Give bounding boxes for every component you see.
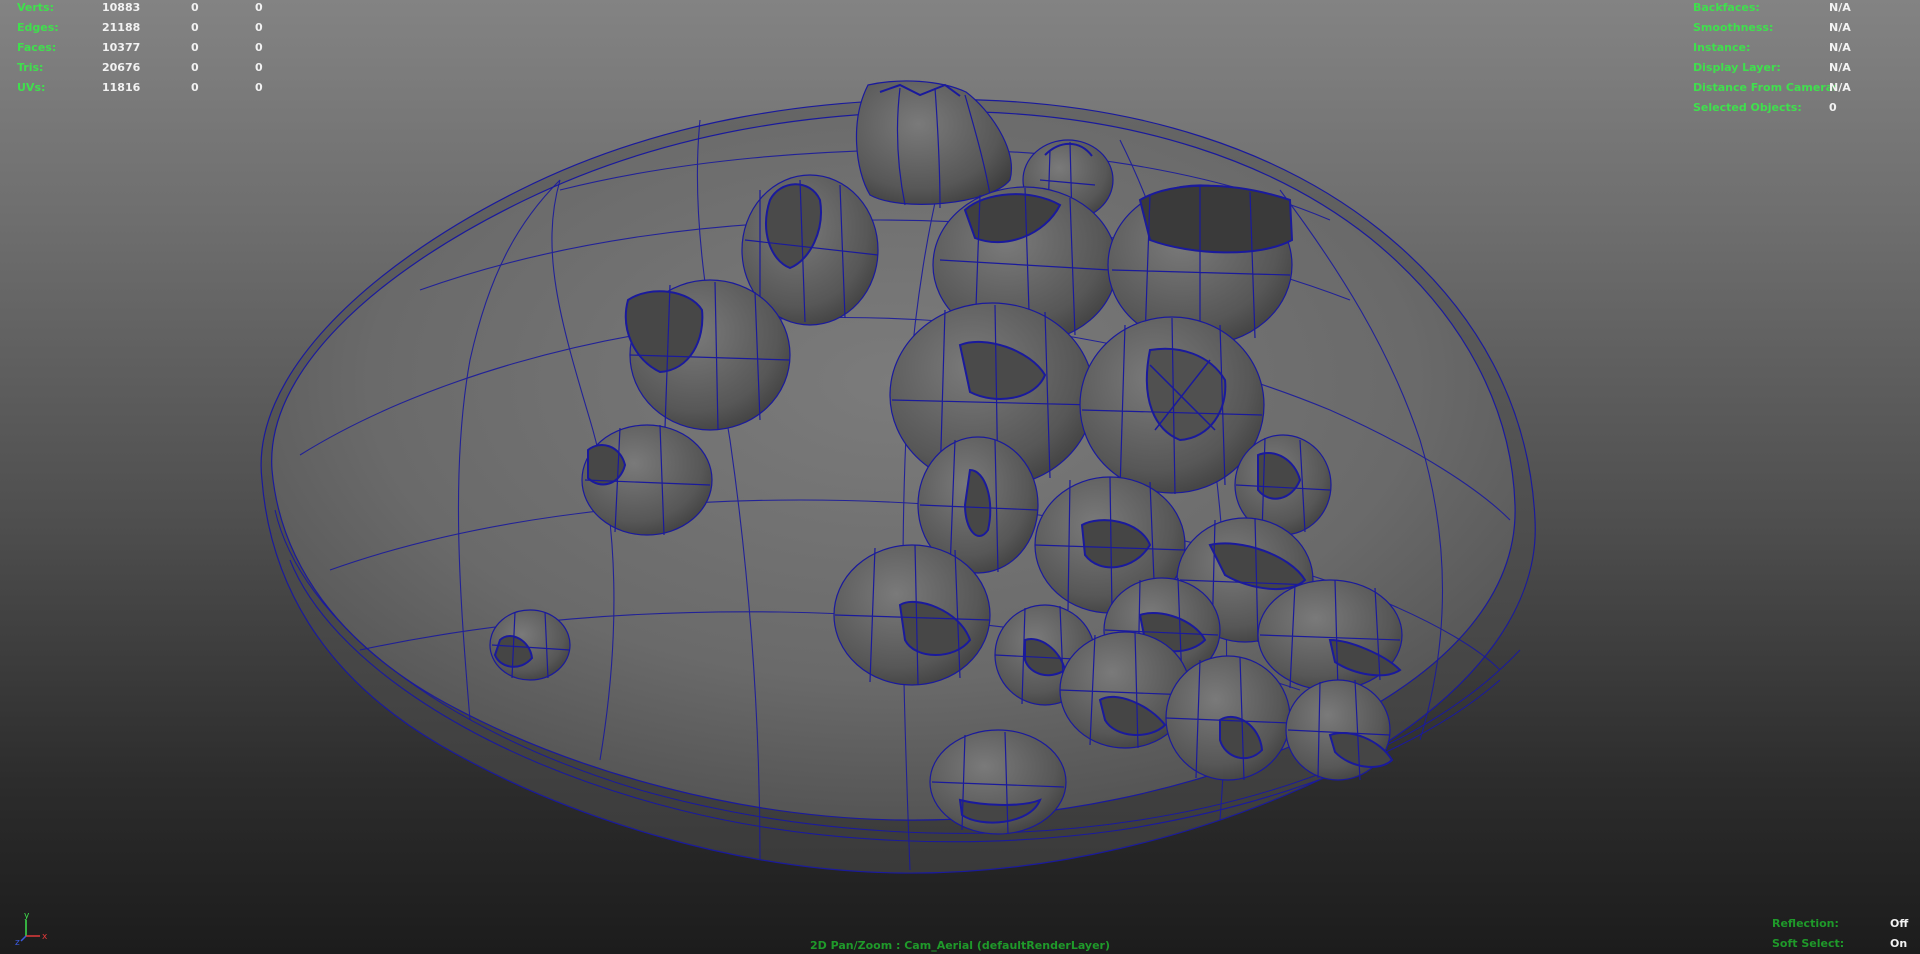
axis-z-label: z	[15, 938, 20, 946]
faces-label: Faces:	[17, 41, 57, 54]
hud-row-display-layer: Display Layer: N/A	[1693, 58, 1913, 78]
scene-3d[interactable]	[0, 0, 1920, 954]
barnacle[interactable]	[833, 544, 991, 686]
uvs-selected: 0	[191, 81, 199, 94]
camera-label: 2D Pan/Zoom : Cam_Aerial (defaultRenderL…	[809, 939, 1111, 952]
uvs-value: 11816	[102, 81, 141, 94]
verts-selected: 0	[191, 1, 199, 14]
poly-count-hud: Verts: 10883 0 0 Edges: 21188 0 0 Faces:…	[17, 0, 277, 98]
barnacle[interactable]	[581, 424, 713, 536]
selected-objects-value: 0	[1829, 101, 1837, 114]
reflection-value: Off	[1890, 917, 1909, 930]
hud-row-distance: Distance From Camera: N/A	[1693, 78, 1913, 98]
edges-value: 21188	[102, 21, 141, 34]
faces-selected: 0	[191, 41, 199, 54]
edges-label: Edges:	[17, 21, 59, 34]
backfaces-label: Backfaces:	[1693, 1, 1760, 14]
instance-label: Instance:	[1693, 41, 1751, 54]
distance-value: N/A	[1829, 81, 1851, 94]
smoothness-value: N/A	[1829, 21, 1851, 34]
hud-row-tris: Tris: 20676 0 0	[17, 58, 277, 78]
barnacle[interactable]	[1257, 579, 1403, 691]
object-info-hud: Backfaces: N/A Smoothness: N/A Instance:…	[1693, 0, 1913, 118]
selected-objects-label: Selected Objects:	[1693, 101, 1802, 114]
backfaces-value: N/A	[1829, 1, 1851, 14]
tris-selected: 0	[191, 61, 199, 74]
hud-row-verts: Verts: 10883 0 0	[17, 0, 277, 18]
hud-row-faces: Faces: 10377 0 0	[17, 38, 277, 58]
display-layer-label: Display Layer:	[1693, 61, 1781, 74]
verts-other: 0	[255, 1, 263, 14]
hud-row-instance: Instance: N/A	[1693, 38, 1913, 58]
verts-value: 10883	[102, 1, 141, 14]
hud-row-backfaces: Backfaces: N/A	[1693, 0, 1913, 18]
uvs-other: 0	[255, 81, 263, 94]
distance-label: Distance From Camera:	[1693, 81, 1838, 94]
axis-x-label: x	[42, 932, 48, 942]
hud-row-smoothness: Smoothness: N/A	[1693, 18, 1913, 38]
tris-value: 20676	[102, 61, 141, 74]
axis-gizmo-icon: y x z	[15, 911, 48, 946]
hud-row-selected-objects: Selected Objects: 0	[1693, 98, 1913, 118]
verts-label: Verts:	[17, 1, 55, 14]
barnacle[interactable]	[489, 609, 571, 681]
faces-value: 10377	[102, 41, 141, 54]
edges-other: 0	[255, 21, 263, 34]
hud-row-uvs: UVs: 11816 0 0	[17, 78, 277, 98]
edges-selected: 0	[191, 21, 199, 34]
smoothness-label: Smoothness:	[1693, 21, 1774, 34]
instance-value: N/A	[1829, 41, 1851, 54]
barnacle[interactable]	[929, 729, 1067, 835]
tris-label: Tris:	[17, 61, 44, 74]
hud-row-edges: Edges: 21188 0 0	[17, 18, 277, 38]
barnacle[interactable]	[1079, 316, 1265, 495]
display-layer-value: N/A	[1829, 61, 1851, 74]
tris-other: 0	[255, 61, 263, 74]
maya-viewport[interactable]: Verts: 10883 0 0 Edges: 21188 0 0 Faces:…	[0, 0, 1920, 954]
reflection-label: Reflection:	[1772, 917, 1839, 930]
barnacle[interactable]	[1165, 655, 1291, 781]
uvs-label: UVs:	[17, 81, 46, 94]
faces-other: 0	[255, 41, 263, 54]
hud-row-reflection: Reflection: Off	[1772, 914, 1908, 934]
axis-y-label: y	[24, 911, 30, 921]
